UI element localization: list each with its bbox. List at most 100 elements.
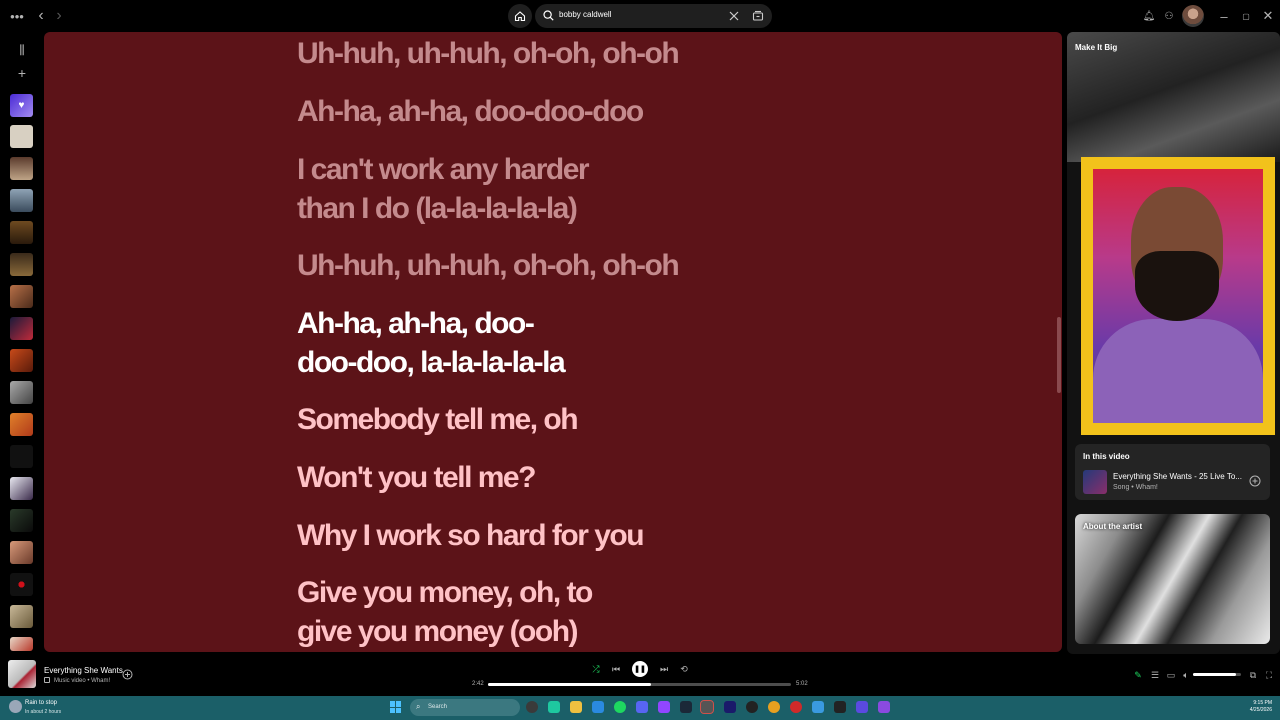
- clock-time: 9:15 PM: [1253, 700, 1272, 706]
- lyric-line[interactable]: Give you money, oh, to: [297, 573, 593, 612]
- library-item[interactable]: [10, 445, 33, 468]
- forward-icon[interactable]: ›: [49, 6, 69, 26]
- start-icon[interactable]: [390, 701, 402, 713]
- track-thumbnail[interactable]: [1083, 470, 1107, 494]
- minimize-icon[interactable]: –: [1214, 6, 1234, 26]
- library-item[interactable]: [10, 509, 33, 532]
- add-icon[interactable]: +: [12, 63, 32, 83]
- weather-title[interactable]: Rain to stop: [25, 700, 57, 706]
- taskbar-app-icon[interactable]: [834, 701, 846, 713]
- taskbar-steam-icon[interactable]: [680, 701, 692, 713]
- lyric-line[interactable]: give you money (ooh): [297, 612, 579, 651]
- maximize-icon[interactable]: ▢: [1236, 6, 1256, 26]
- lyric-line[interactable]: Why I work so hard for you: [297, 516, 645, 555]
- lyrics-scrollbar[interactable]: [1057, 317, 1061, 393]
- weather-subtitle: In about 2 hours: [25, 709, 62, 715]
- friends-icon[interactable]: ⚇: [1159, 6, 1179, 26]
- browse-icon[interactable]: [752, 10, 764, 22]
- more-icon[interactable]: •••: [7, 6, 27, 26]
- fullscreen-icon[interactable]: ⛶: [1262, 668, 1276, 682]
- taskbar-clock[interactable]: 9:15 PM 4/25/2026: [1238, 700, 1272, 714]
- lyric-line[interactable]: I can't work any harder: [297, 150, 590, 189]
- panel-title[interactable]: Make It Big: [1075, 43, 1117, 52]
- weather-icon[interactable]: [9, 700, 22, 713]
- avatar[interactable]: [1182, 5, 1204, 27]
- library-item[interactable]: [10, 317, 33, 340]
- lyric-line-current[interactable]: Ah-ha, ah-ha, doo-: [297, 304, 535, 343]
- volume-slider[interactable]: [1193, 673, 1241, 676]
- library-item[interactable]: [10, 349, 33, 372]
- taskbar-discord-icon[interactable]: [636, 701, 648, 713]
- taskbar-app-icon[interactable]: [856, 701, 868, 713]
- pause-button[interactable]: ❚❚: [632, 661, 648, 677]
- home-button[interactable]: [508, 4, 532, 28]
- about-artist-heading: About the artist: [1083, 522, 1143, 531]
- lyric-line[interactable]: Won't you tell me?: [297, 458, 536, 497]
- taskbar-app-icon[interactable]: [700, 700, 714, 714]
- taskbar-app-icon[interactable]: [592, 701, 604, 713]
- now-playing-thumbnail[interactable]: [8, 660, 36, 688]
- connect-device-icon[interactable]: ▭: [1164, 668, 1178, 682]
- library-item[interactable]: [10, 157, 33, 180]
- taskbar-app-icon[interactable]: [658, 701, 670, 713]
- top-bar: ••• ‹ › 🔔︎ ⚇ – ▢ ✕: [0, 0, 1280, 32]
- queue-icon[interactable]: ☰: [1148, 668, 1162, 682]
- back-icon[interactable]: ‹: [31, 6, 51, 26]
- taskbar-chrome-icon[interactable]: [768, 701, 780, 713]
- close-icon[interactable]: ✕: [1258, 6, 1278, 26]
- library-item[interactable]: [10, 189, 33, 212]
- lyrics-icon[interactable]: ✎: [1131, 668, 1145, 682]
- taskbar-app-icon[interactable]: [790, 701, 802, 713]
- library-item[interactable]: [10, 605, 33, 628]
- taskbar-app-icon[interactable]: [878, 701, 890, 713]
- library-item[interactable]: [10, 253, 33, 276]
- lyric-line-current[interactable]: doo-doo, la-la-la-la-la: [297, 343, 566, 382]
- liked-songs-heart-icon[interactable]: ♥: [10, 94, 33, 117]
- shuffle-icon[interactable]: ⤮: [589, 662, 603, 676]
- taskbar-search[interactable]: ⌕ Search: [410, 699, 520, 716]
- bell-icon[interactable]: 🔔︎: [1139, 6, 1159, 26]
- about-artist-card[interactable]: About the artist: [1075, 514, 1270, 644]
- library-item[interactable]: [10, 221, 33, 244]
- lyric-line[interactable]: Somebody tell me, oh: [297, 400, 579, 439]
- lyric-line[interactable]: Uh-huh, uh-huh, oh-oh, oh-oh: [297, 34, 680, 73]
- pause-icon: ❚❚: [634, 666, 646, 673]
- now-playing-subtitle[interactable]: Music video • Wham!: [54, 678, 110, 684]
- progress-fill: [488, 683, 651, 686]
- library-item[interactable]: [10, 637, 33, 651]
- search-input[interactable]: [559, 10, 719, 19]
- previous-icon[interactable]: ⏮︎: [609, 662, 623, 676]
- library-item[interactable]: [10, 125, 33, 148]
- progress-bar[interactable]: [488, 683, 791, 686]
- library-item[interactable]: [10, 541, 33, 564]
- lyric-line[interactable]: Uh-huh, uh-huh, oh-oh, oh-oh: [297, 246, 680, 285]
- library-item[interactable]: [10, 285, 33, 308]
- now-playing-title[interactable]: Everything She Wants: [44, 666, 123, 675]
- add-to-library-icon[interactable]: [122, 669, 133, 680]
- next-icon[interactable]: ⏭︎: [657, 662, 671, 676]
- taskbar-folder-icon[interactable]: [570, 701, 582, 713]
- repeat-icon[interactable]: ⟲: [677, 662, 691, 676]
- clear-icon[interactable]: [729, 11, 739, 21]
- library-item[interactable]: [10, 477, 33, 500]
- in-this-video-heading: In this video: [1083, 452, 1130, 461]
- library-icon[interactable]: ⫼: [12, 40, 32, 60]
- search-bar[interactable]: [535, 4, 772, 28]
- miniplayer-icon[interactable]: ⧉: [1246, 668, 1260, 682]
- volume-icon[interactable]: 🔈︎: [1179, 668, 1193, 682]
- taskbar-search-icon: ⌕: [416, 702, 421, 711]
- lyric-line[interactable]: than I do (la-la-la-la-la): [297, 189, 578, 228]
- library-item[interactable]: [10, 573, 33, 596]
- taskbar-app-icon[interactable]: [526, 701, 538, 713]
- taskbar-app-icon[interactable]: [746, 701, 758, 713]
- add-to-playlist-icon[interactable]: [1249, 475, 1261, 487]
- taskbar-app-icon[interactable]: [812, 701, 824, 713]
- taskbar-spotify-icon[interactable]: [614, 701, 626, 713]
- track-title[interactable]: Everything She Wants - 25 Live To...: [1113, 472, 1242, 481]
- library-item[interactable]: [10, 413, 33, 436]
- taskbar-app-icon[interactable]: [724, 701, 736, 713]
- library-item[interactable]: [10, 381, 33, 404]
- taskbar-app-icon[interactable]: [548, 701, 560, 713]
- webcam-feed: [1093, 169, 1263, 423]
- lyric-line[interactable]: Ah-ha, ah-ha, doo-doo-doo: [297, 92, 644, 131]
